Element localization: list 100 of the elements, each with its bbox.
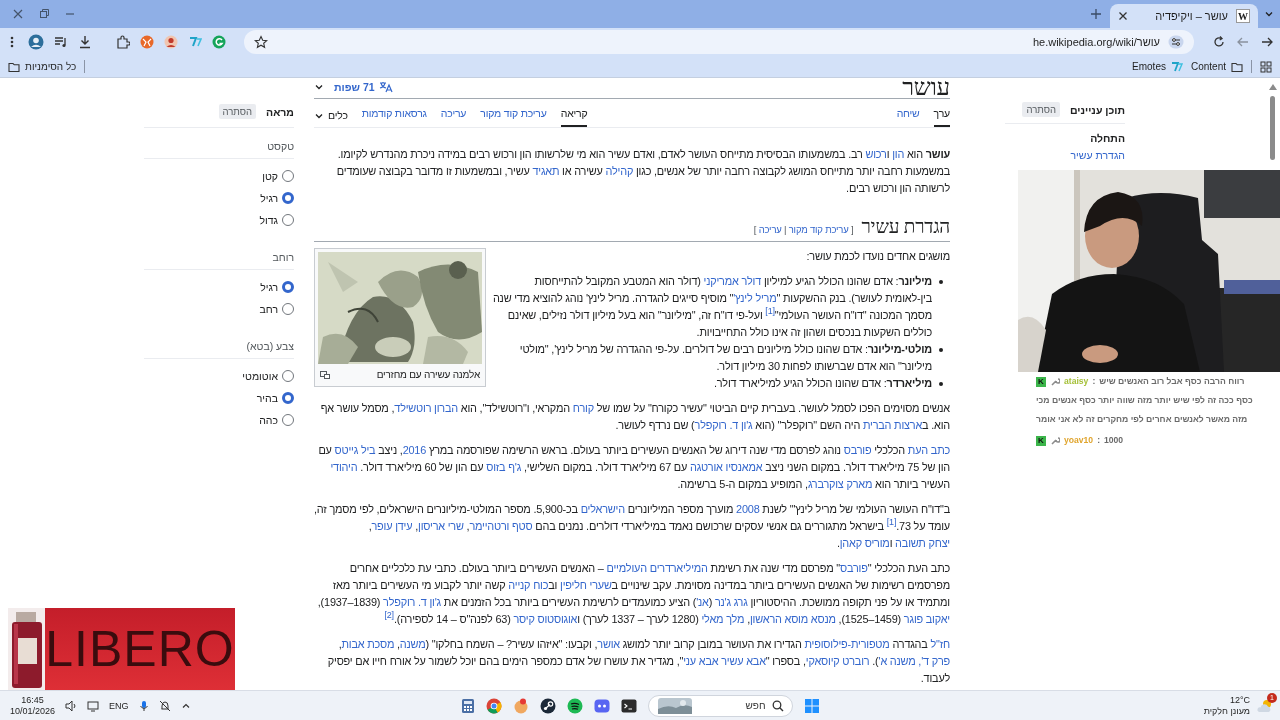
site-settings-icon[interactable] [1168,35,1184,49]
bell-off-icon[interactable] [158,699,171,712]
tab[interactable]: שיחה [896,99,920,127]
monitor-icon[interactable] [87,699,100,712]
scroll-up-icon[interactable] [1268,84,1277,90]
radio-button[interactable] [282,414,294,426]
start-icon[interactable] [803,697,820,714]
link[interactable]: רכוש [865,148,887,160]
weather-temperature[interactable]: 12°C [1229,694,1250,706]
radio-button[interactable] [282,192,294,204]
link[interactable]: כתב העת [907,444,950,456]
link[interactable]: ג'ון ד. רוקפלר [694,419,753,431]
tools-menu[interactable]: כלים [314,101,348,127]
back-icon[interactable] [1260,35,1274,49]
link[interactable]: קהילה [605,165,634,177]
reference-link[interactable]: [1] [765,306,775,317]
link[interactable]: אמאנסיו אורטגה [690,461,763,473]
language-button[interactable]: 71 שפות [334,81,393,93]
link[interactable]: חז"ל [930,638,950,650]
link[interactable]: פרק ד', משנה א' [878,655,950,667]
tab[interactable]: עריכת קוד מקור [480,99,547,127]
toc-item[interactable]: הגדרת עשיר [1005,149,1125,161]
link[interactable]: פורבס [840,562,868,574]
app-icon[interactable] [512,697,529,714]
link[interactable]: שרי אריסון [418,520,464,532]
link[interactable]: ביל גייטס [334,444,376,456]
link[interactable]: מטפורית-פילוסופית [804,638,890,650]
game-launcher-icon[interactable] [539,697,556,714]
calculator-icon[interactable] [460,697,475,714]
link[interactable]: תאגיד [532,165,560,177]
link[interactable]: עריכת קוד מקור [788,224,849,235]
link[interactable]: מריל לינץ' [733,292,777,304]
extensions-icon[interactable] [116,35,130,49]
reference-link[interactable]: [1] [886,517,897,528]
link[interactable]: מסכת אבות [341,638,395,650]
link[interactable]: 2008 [736,503,760,515]
link[interactable]: ג'ף בזוס [486,461,522,473]
link[interactable]: הון [892,148,905,160]
reload-icon[interactable] [1212,35,1226,49]
browser-icon[interactable] [485,697,502,714]
toc-item[interactable]: התחלה [1005,132,1125,144]
link[interactable]: מלך מאלי [701,613,745,625]
media-control-icon[interactable] [54,35,68,49]
tab[interactable]: עריכה [440,99,467,127]
user-avatar-icon[interactable] [164,35,178,49]
clock-date[interactable]: 10/01/2026 [10,705,56,717]
bookmark-item[interactable]: Emotes [1132,60,1183,73]
link[interactable]: גרג ג'נר [714,596,748,608]
link[interactable]: דולר אמריקני [703,275,762,287]
link[interactable]: היהודי [330,461,358,473]
radio-button[interactable] [282,392,294,404]
link[interactable]: עידן עופר [371,520,413,532]
radio-button[interactable] [282,370,294,382]
chat-icon[interactable] [593,697,610,714]
speaker-icon[interactable] [65,699,78,712]
link[interactable]: ארצות הברית [862,419,923,431]
tab[interactable]: ערך [933,99,950,127]
link[interactable]: שערי חליפין [560,579,612,591]
bookmark-star-icon[interactable] [254,35,268,49]
radio-button[interactable] [282,281,294,293]
new-tab-icon[interactable] [1090,8,1102,20]
bookmark-folder[interactable]: כל הסימניות [8,60,77,73]
tab[interactable]: גרסאות קודמות [361,99,427,127]
bookmark-item[interactable]: Content [1190,60,1243,73]
microphone-icon[interactable] [138,699,149,712]
weather-condition[interactable]: מעונן חלקית [1203,705,1250,717]
scrollbar-thumb[interactable] [1270,96,1275,160]
reference-link[interactable]: [2] [384,610,394,621]
restore-icon[interactable] [38,8,50,20]
link[interactable]: סטף ורטהיימר [469,520,533,532]
link[interactable]: קורח [572,402,594,414]
close-icon[interactable] [1118,11,1128,21]
clock-time[interactable]: 16:45 [21,694,44,706]
radio-button[interactable] [282,214,294,226]
grammar-extension-icon[interactable] [212,35,226,49]
link[interactable]: רוברט קיוסאקי [805,655,870,667]
link[interactable]: עריכה [758,224,782,235]
hide-button[interactable]: הסתרה [1022,102,1060,117]
tab[interactable]: קריאה [560,99,588,127]
link[interactable]: יצחק תשובה [895,537,950,549]
enlarge-icon[interactable] [320,371,330,379]
terminal-icon[interactable] [620,697,637,714]
radio-button[interactable] [282,303,294,315]
caret-icon[interactable] [1264,9,1274,19]
link[interactable]: אנ' [696,596,709,608]
weather-icon[interactable] [1256,697,1274,714]
address-bar[interactable]: he.wikipedia.org/wiki/עושר [244,30,1194,54]
link[interactable]: אבא עשיר אבא עני [683,655,766,667]
radio-button[interactable] [282,170,294,182]
hide-button[interactable]: הסתרה [218,104,257,119]
language-indicator[interactable]: ENG [109,700,129,711]
link[interactable]: יאקוב פוגר [903,613,950,625]
link[interactable]: פורבס [843,444,872,456]
link[interactable]: הברון רוטשילד [394,402,458,414]
link[interactable]: כוח קנייה [508,579,549,591]
link[interactable]: ג'ון ד. רוקפלר [383,596,441,608]
profile-avatar-icon[interactable] [28,34,44,50]
music-icon[interactable] [566,697,583,714]
link[interactable]: אושר [597,638,620,650]
link[interactable]: הישראלים [580,503,625,515]
